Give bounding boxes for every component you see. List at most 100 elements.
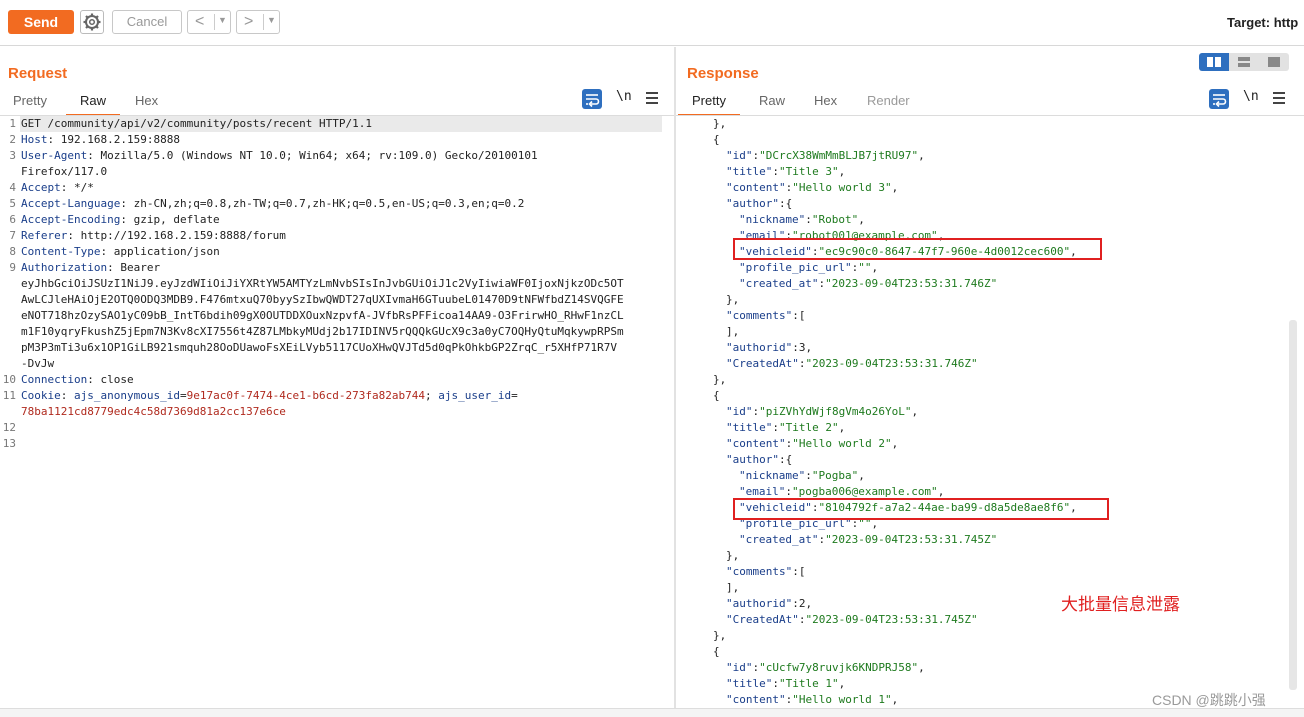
line-number: 7 xyxy=(9,229,16,242)
back-arrow-icon: < xyxy=(195,13,205,30)
request-wrap-button[interactable] xyxy=(582,89,602,109)
header-name: Accept-Encoding xyxy=(21,213,121,226)
json-string: "Title 2" xyxy=(778,421,839,434)
response-wrap-button[interactable] xyxy=(1209,89,1229,109)
json-key: "email" xyxy=(739,485,786,498)
json-text: "nickname":"Robot", xyxy=(739,213,865,226)
line-text: Firefox/117.0 xyxy=(21,165,108,178)
line-text: Accept-Language: zh-CN,zh;q=0.8,zh-TW;q=… xyxy=(21,197,525,210)
json-key: "author" xyxy=(726,197,779,210)
layout-stacked-icon[interactable] xyxy=(1229,53,1259,71)
bottom-bar xyxy=(0,708,1304,717)
json-text: "content":"Hello world 1", xyxy=(726,693,899,706)
back-button[interactable]: < ▼ xyxy=(187,10,231,34)
highlight-box-vehicleid-2 xyxy=(733,498,1109,520)
line-text: Content-Type: application/json xyxy=(21,245,220,258)
json-string: "2023-09-04T23:53:31.746Z" xyxy=(805,357,978,370)
line-number: 12 xyxy=(2,421,16,434)
line-text: pM3P3mTi3u6x1OP1GiLB921smquh28OoDUawoFsX… xyxy=(21,341,618,354)
json-string: "Hello world 1" xyxy=(792,693,892,706)
json-key: "comments" xyxy=(726,565,793,578)
json-text: { xyxy=(713,645,720,658)
header-name: Authorization xyxy=(21,261,108,274)
wrap-lines-icon xyxy=(586,94,600,108)
response-tab-pretty[interactable]: Pretty xyxy=(678,91,740,116)
response-title: Response xyxy=(687,65,759,82)
header-value: http://192.168.2.159:8888/forum xyxy=(73,229,286,242)
json-text: }, xyxy=(726,293,740,306)
json-key: "authorid" xyxy=(726,597,793,610)
json-text: "created_at":"2023-09-04T23:53:31.745Z" xyxy=(739,533,998,546)
line-text: AwLCJleHAiOjE2OTQ0ODQ3MDB9.F476mtxuQ70by… xyxy=(21,293,624,306)
json-key: "created_at" xyxy=(739,533,819,546)
json-text: "authorid":2, xyxy=(726,597,813,610)
hamburger-menu-icon[interactable] xyxy=(1273,92,1285,107)
highlight-box-vehicleid-1 xyxy=(733,238,1102,260)
newline-toggle-icon[interactable]: \n xyxy=(616,89,632,104)
header-value: Mozilla/5.0 (Windows NT 10.0; Win64; x64… xyxy=(93,149,538,162)
header-name: Referer xyxy=(21,229,68,242)
json-key: "id" xyxy=(726,405,753,418)
cookie-name: ajs_anonymous_id xyxy=(74,389,180,402)
json-string: "2023-09-04T23:53:31.745Z" xyxy=(825,533,998,546)
json-key: "comments" xyxy=(726,309,793,322)
header-name: Connection xyxy=(21,373,88,386)
line-text: Connection: close xyxy=(21,373,134,386)
line-text: Accept-Encoding: gzip, deflate xyxy=(21,213,220,226)
line-text: m1F10yqryFkushZ5jEpm7N3Kv8cXI7556t4Z87LM… xyxy=(21,325,624,338)
line-text: Authorization: Bearer xyxy=(21,261,161,274)
newline-toggle-icon[interactable]: \n xyxy=(1243,89,1259,104)
json-text: "author":{ xyxy=(726,197,793,210)
json-string: "cUcfw7y8ruvjk6KNDPRJ58" xyxy=(759,661,919,674)
json-string: "pogba006@example.com" xyxy=(791,485,938,498)
hamburger-menu-icon[interactable] xyxy=(646,92,658,107)
line-text: GET /community/api/v2/community/posts/re… xyxy=(21,117,372,130)
json-string: "Hello world 2" xyxy=(792,437,892,450)
json-text: }, xyxy=(726,549,740,562)
json-string: "piZVhYdWjf8gVm4o26YoL" xyxy=(759,405,912,418)
json-key: "CreatedAt" xyxy=(726,613,799,626)
header-name: Accept-Language xyxy=(21,197,121,210)
line-text: Host: 192.168.2.159:8888 xyxy=(21,133,180,146)
header-value: application/json xyxy=(107,245,220,258)
cancel-button[interactable]: Cancel xyxy=(112,10,182,34)
response-tab-raw[interactable]: Raw xyxy=(759,91,785,110)
send-button[interactable]: Send xyxy=(8,10,74,34)
header-value: gzip, deflate xyxy=(126,213,220,226)
json-text: "comments":[ xyxy=(726,565,806,578)
chevron-down-icon[interactable]: ▼ xyxy=(267,15,276,25)
json-text: "id":"cUcfw7y8ruvjk6KNDPRJ58", xyxy=(726,661,925,674)
json-text: "created_at":"2023-09-04T23:53:31.746Z" xyxy=(739,277,998,290)
layout-side-by-side-icon[interactable] xyxy=(1199,53,1229,71)
response-pane: Response Pretty Raw Hex Render \n }, { "id… xyxy=(676,47,1304,717)
header-value: close xyxy=(93,373,134,386)
json-key: "content" xyxy=(726,693,786,706)
json-key: "content" xyxy=(726,181,786,194)
json-key: "nickname" xyxy=(739,213,806,226)
request-tab-raw[interactable]: Raw xyxy=(65,91,121,116)
forward-button[interactable]: > ▼ xyxy=(236,10,280,34)
target-label[interactable]: Target: http xyxy=(1227,15,1298,30)
header-value: Bearer xyxy=(113,261,161,274)
wrap-lines-icon xyxy=(1213,94,1227,108)
response-tab-render[interactable]: Render xyxy=(867,91,910,110)
header-value: zh-CN,zh;q=0.8,zh-TW;q=0.7,zh-HK;q=0.5,e… xyxy=(126,197,525,210)
request-tab-hex[interactable]: Hex xyxy=(135,91,158,110)
chevron-down-icon[interactable]: ▼ xyxy=(218,15,227,25)
json-text: }, xyxy=(713,117,727,130)
json-text: "profile_pic_url":"", xyxy=(739,261,879,274)
json-string: "Pogba" xyxy=(811,469,859,482)
settings-button[interactable] xyxy=(80,10,104,34)
layout-tabs-icon[interactable] xyxy=(1259,53,1289,71)
json-string: "Title 3" xyxy=(778,165,839,178)
response-scrollbar[interactable] xyxy=(1289,320,1297,690)
response-tab-hex[interactable]: Hex xyxy=(814,91,837,110)
header-name: User-Agent xyxy=(21,149,88,162)
line-text: eNOT718hzOzySAO1yC09bB_IntT6bdih09gX0OUT… xyxy=(21,309,624,322)
line-text: -DvJw xyxy=(21,357,55,370)
request-tab-pretty[interactable]: Pretty xyxy=(13,91,47,110)
json-text: }, xyxy=(713,373,727,386)
line-number: 13 xyxy=(2,437,16,450)
header-value: */* xyxy=(67,181,94,194)
cookie-name: ajs_user_id xyxy=(438,389,512,402)
